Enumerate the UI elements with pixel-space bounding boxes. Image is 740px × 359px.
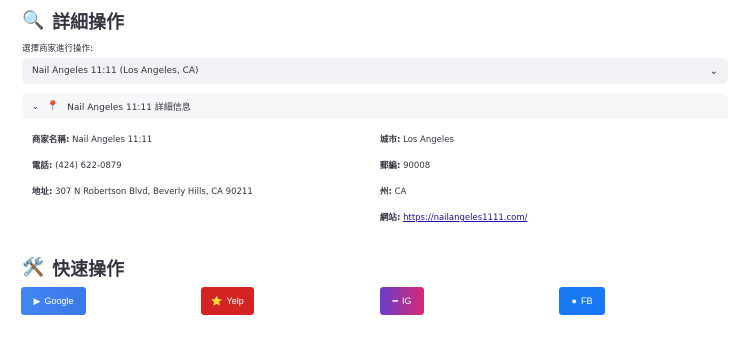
google-button-label: Google (44, 296, 74, 306)
business-select-label: 選擇商家進行操作: (22, 44, 93, 54)
detail-address-value: 307 N Robertson Blvd, Beverly Hills, CA … (55, 187, 253, 197)
yelp-button-label: Yelp (226, 296, 244, 306)
quick-actions-title: 快速操作 (52, 259, 125, 280)
detail-city-value: Los Angeles (403, 135, 454, 145)
detail-website-label: 網站: (380, 213, 401, 223)
pin-icon: 📍 (46, 100, 60, 112)
detail-name: 商家名稱: Nail Angeles 11:11 (32, 133, 152, 145)
expander-title: Nail Angeles 11:11 詳細信息 (67, 102, 191, 113)
expander-caret-icon[interactable]: ⌄ (32, 102, 39, 111)
bar-icon: ━ (392, 295, 398, 306)
play-icon: ▶ (33, 295, 41, 306)
google-button[interactable]: ▶ Google (21, 287, 86, 315)
magnifier-icon: 🔍 (22, 10, 45, 31)
detail-state: 州: CA (380, 185, 406, 197)
detail-name-value: Nail Angeles 11:11 (72, 135, 153, 145)
yelp-button[interactable]: ⭐ Yelp (201, 287, 254, 315)
fb-button[interactable]: ● FB (559, 287, 605, 315)
quick-actions-heading: 🛠️ 快速操作 (22, 255, 124, 281)
detail-state-value: CA (394, 187, 407, 197)
business-details-expander[interactable]: ⌄ 📍 Nail Angeles 11:11 詳細信息 (22, 93, 728, 119)
detail-section-heading: 🔍 詳細操作 (22, 8, 124, 34)
detail-phone-label: 電話: (32, 161, 53, 171)
detail-state-label: 州: (380, 187, 392, 197)
detail-zip: 郵編: 90008 (380, 159, 430, 171)
detail-address-label: 地址: (32, 187, 53, 197)
business-select[interactable]: Nail Angeles 11:11 (Los Angeles, CA) ⌄ (22, 58, 728, 84)
business-select-value: Nail Angeles 11:11 (Los Angeles, CA) (32, 66, 199, 76)
detail-address: 地址: 307 N Robertson Blvd, Beverly Hills,… (32, 185, 253, 197)
detail-name-label: 商家名稱: (32, 135, 70, 145)
tools-icon: 🛠️ (22, 257, 45, 278)
detail-zip-value: 90008 (403, 161, 431, 171)
dot-icon: ● (571, 296, 577, 306)
ig-button[interactable]: ━ IG (380, 287, 424, 315)
detail-city: 城市: Los Angeles (380, 133, 454, 145)
detail-website: 網站: https://nailangeles1111.com/ (380, 211, 528, 223)
chevron-down-icon[interactable]: ⌄ (710, 66, 718, 77)
detail-zip-label: 郵編: (380, 161, 401, 171)
detail-phone-value: (424) 622-0879 (55, 161, 122, 171)
detail-section-title: 詳細操作 (52, 12, 125, 33)
detail-city-label: 城市: (380, 135, 401, 145)
star-icon: ⭐ (211, 295, 223, 306)
detail-phone: 電話: (424) 622-0879 (32, 159, 122, 171)
fb-button-label: FB (580, 296, 593, 306)
ig-button-label: IG (401, 296, 412, 306)
website-link[interactable]: https://nailangeles1111.com/ (403, 213, 527, 223)
